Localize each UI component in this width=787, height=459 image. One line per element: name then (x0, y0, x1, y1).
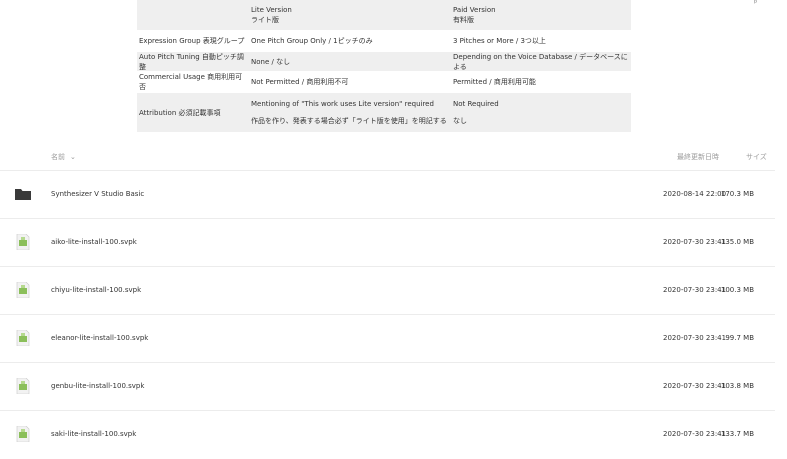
file-size: 170.3 MB (720, 190, 754, 198)
sort-by-name[interactable]: 名前 ⌄ (51, 152, 76, 162)
chevron-down-icon: ⌄ (70, 153, 76, 161)
file-size: 133.7 MB (720, 430, 754, 438)
file-row[interactable]: eleanor-lite-install-100.svpk 2020-07-30… (0, 314, 775, 362)
file-date: 2020-07-30 23:41 (663, 430, 727, 438)
sort-by-modified[interactable]: 最終更新日時 (677, 152, 719, 162)
file-row[interactable]: aiko-lite-install-100.svpk 2020-07-30 23… (0, 218, 775, 266)
file-date: 2020-07-30 23:41 (663, 238, 727, 246)
file-name[interactable]: Synthesizer V Studio Basic (51, 190, 144, 198)
comparison-table: Lite Version ライト版 Paid Version 有料版 Expre… (137, 0, 631, 133)
file-icon (16, 282, 30, 298)
comparison-row-attribution: Attribution 必須記載事項 Mentioning of "This w… (137, 93, 631, 133)
file-date: 2020-07-30 23:41 (663, 382, 727, 390)
file-icon (16, 378, 30, 394)
comparison-header-row: Lite Version ライト版 Paid Version 有料版 (137, 0, 631, 31)
comparison-row-expression: Expression Group 表現グループ One Pitch Group … (137, 31, 631, 52)
file-name[interactable]: saki-lite-install-100.svpk (51, 430, 136, 438)
sort-by-size[interactable]: サイズ (746, 152, 767, 162)
file-name[interactable]: genbu-lite-install-100.svpk (51, 382, 144, 390)
file-size: 99.7 MB (725, 334, 754, 342)
file-list-header: 名前 ⌄ 最終更新日時 サイズ (0, 148, 787, 170)
file-row[interactable]: saki-lite-install-100.svpk 2020-07-30 23… (0, 410, 775, 458)
file-name[interactable]: aiko-lite-install-100.svpk (51, 238, 137, 246)
folder-icon (15, 189, 31, 200)
file-icon (16, 330, 30, 346)
file-name[interactable]: chiyu-lite-install-100.svpk (51, 286, 141, 294)
file-icon (16, 234, 30, 250)
file-size: 100.3 MB (720, 286, 754, 294)
comparison-row-commercial: Commercial Usage 商用利用可否 Not Permitted / … (137, 72, 631, 93)
pin-icon: ᵖ (754, 0, 758, 7)
lite-header: Lite Version ライト版 (251, 6, 292, 24)
file-row[interactable]: chiyu-lite-install-100.svpk 2020-07-30 2… (0, 266, 775, 314)
file-size: 135.0 MB (720, 238, 754, 246)
file-date: 2020-07-30 23:41 (663, 286, 727, 294)
file-size: 103.8 MB (720, 382, 754, 390)
file-row[interactable]: Synthesizer V Studio Basic 2020-08-14 22… (0, 170, 775, 218)
file-date: 2020-08-14 22:00 (663, 190, 727, 198)
file-list: Synthesizer V Studio Basic 2020-08-14 22… (0, 170, 787, 458)
comparison-row-pitch: Auto Pitch Tuning 自動ピッチ調整 None / なし Depe… (137, 52, 631, 72)
file-name[interactable]: eleanor-lite-install-100.svpk (51, 334, 148, 342)
file-icon (16, 426, 30, 442)
paid-header: Paid Version 有料版 (453, 6, 496, 24)
comparison-corner (137, 0, 249, 30)
file-row[interactable]: genbu-lite-install-100.svpk 2020-07-30 2… (0, 362, 775, 410)
file-date: 2020-07-30 23:41 (663, 334, 727, 342)
